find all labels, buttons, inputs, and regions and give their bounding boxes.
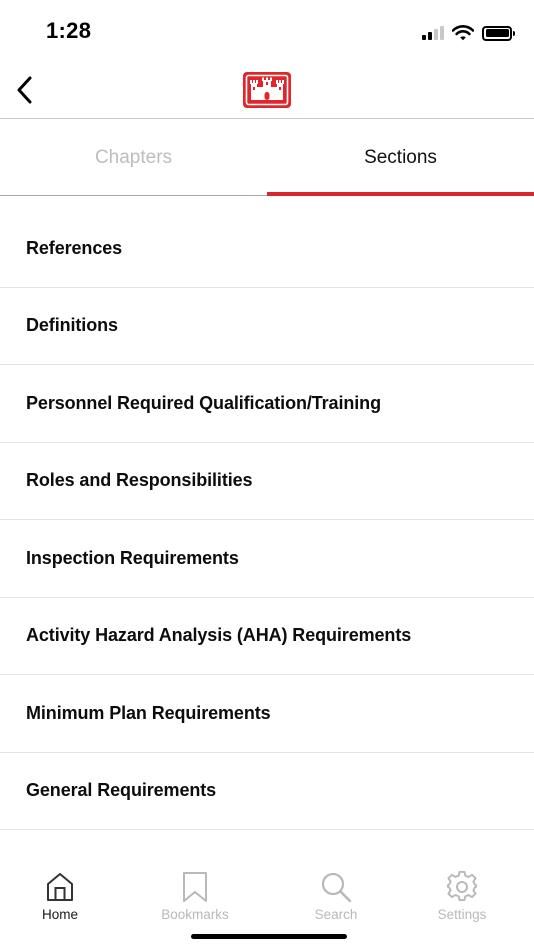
bottom-tab-label: Home [41,907,78,922]
bottom-tab-label: Bookmarks [161,907,229,922]
section-item-references[interactable]: References [0,210,534,288]
section-item-definitions[interactable]: Definitions [0,288,534,365]
bottom-tab-label: Search [314,907,358,922]
bottom-tab-search[interactable]: Search [286,870,386,926]
back-button[interactable] [10,72,40,108]
section-item-roles-responsibilities[interactable]: Roles and Responsibilities [0,443,534,520]
status-time: 1:28 [46,18,92,43]
active-tab-indicator [267,192,534,196]
section-item-minimum-plan-requirements[interactable]: Minimum Plan Requirements [0,675,534,753]
section-item-general-requirements[interactable]: General Requirements [0,753,534,830]
bookmark-icon [183,872,207,902]
tab-sections[interactable]: Sections [267,120,534,196]
castle-logo-icon [243,72,291,108]
section-item-label: General Requirements [26,780,217,801]
bottom-tab-label: Settings [437,907,487,922]
section-item-inspection-requirements[interactable]: Inspection Requirements [0,520,534,598]
section-list: References Definitions Personnel Require… [0,210,534,830]
section-item-aha-requirements[interactable]: Activity Hazard Analysis (AHA) Requireme… [0,598,534,675]
section-item-label: Personnel Required Qualification/Trainin… [26,392,381,413]
section-item-label: Minimum Plan Requirements [26,702,271,723]
bottom-tab-bookmarks[interactable]: Bookmarks [145,870,245,926]
nav-bar [0,62,534,119]
cellular-signal-icon [422,26,444,40]
wifi-icon [452,25,474,41]
chevron-left-icon [17,76,32,104]
bottom-tab-settings[interactable]: Settings [412,870,512,926]
section-item-label: Activity Hazard Analysis (AHA) Requireme… [26,625,412,646]
section-item-label: References [26,237,123,258]
section-item-personnel-qualification[interactable]: Personnel Required Qualification/Trainin… [0,365,534,443]
status-bar: 1:28 [0,0,534,62]
battery-icon [482,25,515,41]
tab-chapters[interactable]: Chapters [0,120,267,196]
search-icon [321,872,352,903]
bottom-tab-home[interactable]: Home [10,870,110,926]
section-item-label: Inspection Requirements [26,547,239,568]
status-icons [422,22,515,44]
section-item-label: Roles and Responsibilities [26,470,253,491]
home-indicator[interactable] [191,934,347,939]
gear-icon [447,871,477,902]
tab-bar: Chapters Sections [0,120,534,196]
section-item-label: Definitions [26,315,118,336]
home-icon [47,873,73,901]
